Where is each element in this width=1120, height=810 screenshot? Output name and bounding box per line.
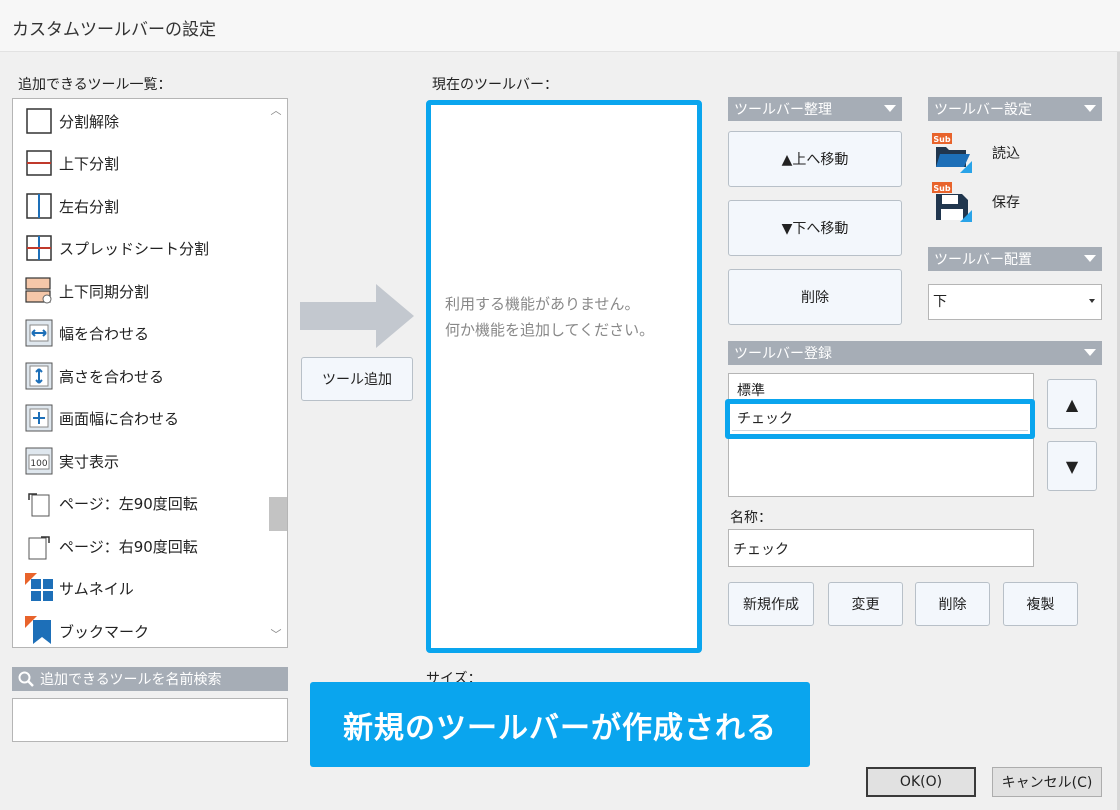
empty-message-line1: 利用する機能がありません。	[445, 295, 640, 313]
placement-value: 下	[933, 294, 947, 310]
tool-label: 幅を合わせる	[59, 324, 150, 343]
organize-header-label: ツールバー整理	[734, 102, 832, 118]
load-button[interactable]: Sub 読込	[932, 133, 1020, 173]
chevron-down-icon	[1084, 349, 1096, 356]
fit-height-icon	[25, 362, 53, 390]
thumbnail-icon	[25, 573, 53, 602]
toolbar-settings-header[interactable]: ツールバー設定	[928, 97, 1102, 121]
tool-item-actual-size[interactable]: 100 実寸表示	[13, 440, 263, 482]
fit-width-icon	[25, 319, 53, 347]
callout-banner: 新規のツールバーが作成される	[310, 682, 810, 767]
add-tool-button[interactable]: ツール追加	[301, 357, 413, 401]
bookmark-icon	[25, 616, 53, 645]
floppy-disk-icon: Sub	[932, 182, 972, 222]
settings-header-label: ツールバー設定	[934, 102, 1032, 118]
rotate-right-icon	[25, 532, 53, 560]
move-up-button[interactable]: ▲上へ移動	[728, 131, 902, 187]
tool-search-header: 追加できるツールを名前検索	[12, 667, 288, 691]
dropdown-arrow-icon	[1089, 299, 1095, 303]
scroll-thumb[interactable]	[269, 497, 287, 531]
split-horizontal-icon	[25, 149, 53, 177]
empty-message-line2: 何か機能を追加してください。	[445, 321, 655, 339]
tool-list-scrollbar[interactable]: ︿ ﹀	[265, 99, 287, 647]
scroll-down-arrow-icon[interactable]: ﹀	[265, 625, 287, 645]
toolbar-registration-header[interactable]: ツールバー登録	[728, 341, 1102, 365]
title-bar: カスタムツールバーの設定	[0, 0, 1120, 52]
split-sync-icon	[25, 277, 53, 305]
chevron-down-icon	[884, 105, 896, 112]
new-toolbar-button[interactable]: 新規作成	[728, 582, 814, 626]
registration-down-button[interactable]: ▼	[1047, 441, 1097, 491]
save-label: 保存	[992, 195, 1020, 211]
tool-item-fit-screen[interactable]: 画面幅に合わせる	[13, 397, 263, 439]
toolbar-organize-header[interactable]: ツールバー整理	[728, 97, 902, 121]
organize-delete-button[interactable]: 削除	[728, 269, 902, 325]
fit-screen-icon	[25, 404, 53, 432]
tool-label: ページ：右90度回転	[59, 537, 198, 556]
empty-toolbar-message: 利用する機能がありません。 何か機能を追加してください。	[445, 291, 654, 343]
selected-item-highlight	[725, 399, 1035, 439]
toolbar-placement-header[interactable]: ツールバー配置	[928, 247, 1102, 271]
registration-header-label: ツールバー登録	[734, 346, 832, 362]
placement-header-label: ツールバー配置	[934, 252, 1032, 268]
change-button[interactable]: 変更	[828, 582, 903, 626]
tool-item-split-off[interactable]: 分割解除	[13, 100, 263, 142]
tool-item-rotate-left[interactable]: ページ：左90度回転	[13, 482, 263, 524]
tool-item-bookmark[interactable]: ブックマーク	[13, 610, 263, 647]
split-vertical-icon	[25, 192, 53, 220]
tool-label: 上下同期分割	[59, 282, 150, 301]
tool-label: ブックマーク	[59, 622, 150, 641]
tool-search-label: 追加できるツールを名前検索	[40, 672, 222, 688]
tool-label: サムネイル	[59, 579, 134, 598]
tool-label: 上下分割	[59, 154, 120, 173]
search-icon	[18, 671, 34, 687]
tool-item-fit-width[interactable]: 幅を合わせる	[13, 312, 263, 354]
current-toolbar-label: 現在のツールバー：	[432, 77, 558, 93]
tool-label: 高さを合わせる	[59, 367, 165, 386]
move-down-button[interactable]: ▼下へ移動	[728, 200, 902, 256]
tool-item-rotate-right[interactable]: ページ：右90度回転	[13, 525, 263, 567]
folder-open-icon: Sub	[932, 133, 972, 173]
sub-badge: Sub	[933, 184, 950, 193]
registration-up-button[interactable]: ▲	[1047, 379, 1097, 429]
save-button[interactable]: Sub 保存	[932, 182, 1020, 222]
tool-label: 実寸表示	[59, 452, 120, 471]
tool-label: スプレッドシート分割	[59, 239, 210, 258]
tool-list[interactable]: 分割解除 上下分割 左右分割 スプレッドシート分割 上下同期分割 幅を合わせる	[12, 98, 288, 648]
load-label: 読込	[992, 146, 1020, 162]
add-arrow-icon	[300, 284, 414, 348]
split-off-icon	[25, 107, 53, 135]
chevron-down-icon	[1084, 255, 1096, 262]
name-label: 名称：	[730, 510, 772, 526]
chevron-down-icon	[1084, 105, 1096, 112]
svg-text:100: 100	[30, 459, 47, 469]
tool-item-split-sync[interactable]: 上下同期分割	[13, 270, 263, 312]
tool-item-split-horizontal[interactable]: 上下分割	[13, 142, 263, 184]
tool-label: 画面幅に合わせる	[59, 409, 180, 428]
tool-item-split-vertical[interactable]: 左右分割	[13, 185, 263, 227]
registered-item-standard[interactable]: 標準	[737, 380, 765, 400]
tool-item-split-grid[interactable]: スプレッドシート分割	[13, 227, 263, 269]
current-toolbar-list[interactable]: 利用する機能がありません。 何か機能を追加してください。	[426, 100, 702, 653]
rotate-left-icon	[25, 489, 53, 517]
tool-label: ページ：左90度回転	[59, 494, 198, 513]
tool-item-thumbnail[interactable]: サムネイル	[13, 567, 263, 609]
registration-delete-button[interactable]: 削除	[915, 582, 990, 626]
duplicate-button[interactable]: 複製	[1003, 582, 1078, 626]
tool-label: 左右分割	[59, 197, 120, 216]
placement-select[interactable]: 下	[928, 284, 1102, 320]
tool-search-input[interactable]	[12, 698, 288, 742]
cancel-button[interactable]: キャンセル(C)	[992, 767, 1102, 797]
split-grid-icon	[25, 234, 53, 262]
sub-badge: Sub	[933, 135, 950, 144]
scroll-up-arrow-icon[interactable]: ︿	[265, 101, 287, 121]
tool-label: 分割解除	[59, 112, 120, 131]
ok-button[interactable]: OK(O)	[866, 767, 976, 797]
tool-item-fit-height[interactable]: 高さを合わせる	[13, 355, 263, 397]
window-title: カスタムツールバーの設定	[12, 20, 216, 40]
actual-size-icon: 100	[25, 447, 53, 475]
tool-list-label: 追加できるツール一覧：	[18, 77, 172, 93]
toolbar-name-input[interactable]: チェック	[728, 529, 1034, 567]
